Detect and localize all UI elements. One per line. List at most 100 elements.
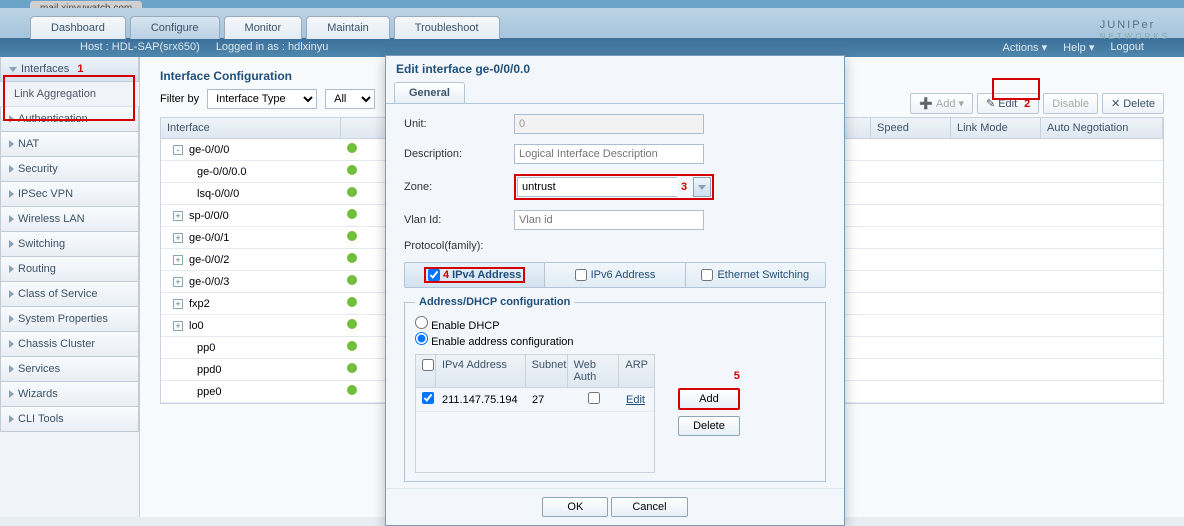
sidebar-item-authentication[interactable]: Authentication [0,107,139,132]
chevron-right-icon [9,415,14,423]
add-address-button[interactable]: Add [678,388,740,410]
vlan-input[interactable] [514,210,704,230]
col-subnet: Subnet [526,355,568,387]
ipv6-checkbox[interactable] [575,269,587,281]
collapse-icon[interactable]: - [173,145,183,155]
interface-name: lo0 [189,320,204,332]
address-row[interactable]: 211.147.75.194 27 Edit [416,388,654,412]
radio-address[interactable]: Enable address configuration [415,336,574,348]
chevron-down-icon [698,185,706,190]
expand-icon[interactable]: + [173,255,183,265]
sidebar-item-wireless-lan[interactable]: Wireless LAN [0,207,139,232]
edit-interface-dialog: Edit interface ge-0/0/0.0 General Unit: … [385,55,845,526]
col-ipv4: IPv4 Address [436,355,526,387]
select-all-checkbox[interactable] [422,359,434,371]
edit-button[interactable]: ✎Edit2 [977,93,1039,114]
host-label: Host : HDL-SAP(srx650) [80,41,200,54]
delete-button[interactable]: ✕Delete [1102,93,1164,114]
filter-all-select[interactable]: All [325,89,375,109]
status-dot-icon [347,143,357,153]
col-interface[interactable]: Interface [161,118,341,138]
tab-maintain[interactable]: Maintain [306,16,390,39]
dialog-tab-general[interactable]: General [394,82,465,103]
interface-name: ppe0 [197,386,221,398]
ipv4-checkbox[interactable] [428,269,440,281]
logout-link[interactable]: Logout [1110,41,1144,54]
chevron-right-icon [9,240,14,248]
chevron-right-icon [9,215,14,223]
expand-icon[interactable]: + [173,233,183,243]
sidebar-item-routing[interactable]: Routing [0,257,139,282]
sidebar-item-chassis-cluster[interactable]: Chassis Cluster [0,332,139,357]
ok-button[interactable]: OK [542,497,608,517]
col-linkmode[interactable]: Link Mode [951,118,1041,138]
actions-menu[interactable]: Actions ▾ [1002,41,1047,54]
tab-troubleshoot[interactable]: Troubleshoot [394,16,500,39]
help-link[interactable]: Help ▾ [1063,41,1094,54]
address-table: IPv4 Address Subnet Web Auth ARP 211.147… [415,354,655,473]
sidebar-item-nat[interactable]: NAT [0,132,139,157]
delete-address-button[interactable]: Delete [678,416,740,436]
interface-name: pp0 [197,342,215,354]
sidebar-item-wizards[interactable]: Wizards [0,382,139,407]
sidebar-item-system-properties[interactable]: System Properties [0,307,139,332]
tab-monitor[interactable]: Monitor [224,16,303,39]
cell-ip: 211.147.75.194 [436,390,526,410]
eth-checkbox[interactable] [701,269,713,281]
filter-type-select[interactable]: Interface Type [207,89,317,109]
status-dot-icon [347,253,357,263]
zone-dropdown-button[interactable] [693,177,711,197]
address-fieldset: Address/DHCP configuration Enable DHCP E… [404,296,826,482]
sidebar-item-interfaces[interactable]: Interfaces1 [0,57,139,82]
sidebar-item-security[interactable]: Security [0,157,139,182]
status-dot-icon [347,363,357,373]
main-tabbar: Dashboard Configure Monitor Maintain Tro… [0,8,1184,38]
tab-dashboard[interactable]: Dashboard [30,16,126,39]
cancel-button[interactable]: Cancel [611,497,687,517]
unit-input [514,114,704,134]
sidebar-item-ipsec-vpn[interactable]: IPSec VPN [0,182,139,207]
sidebar-item-cli-tools[interactable]: CLI Tools [0,407,139,432]
interface-name: ge-0/0/1 [189,232,229,244]
proto-tab-eth[interactable]: Ethernet Switching [686,263,825,287]
sidebar-item-services[interactable]: Services [0,357,139,382]
chevron-right-icon [9,265,14,273]
chevron-right-icon [9,290,14,298]
sidebar-item-cos[interactable]: Class of Service [0,282,139,307]
zone-select[interactable] [517,177,677,197]
unit-label: Unit: [404,118,514,130]
expand-icon[interactable]: + [173,299,183,309]
interface-name: sp-0/0/0 [189,210,229,222]
cell-subnet: 27 [526,390,568,410]
status-dot-icon [347,209,357,219]
pencil-icon: ✎ [986,97,995,110]
sidebar-sub-link-aggregation[interactable]: Link Aggregation [0,82,139,107]
row-checkbox[interactable] [422,392,434,404]
interface-name: ge-0/0/0 [189,144,229,156]
col-autoneg[interactable]: Auto Negotiation [1041,118,1163,138]
interface-name: ge-0/0/3 [189,276,229,288]
expand-icon[interactable]: + [173,211,183,221]
proto-tab-ipv6[interactable]: IPv6 Address [545,263,685,287]
disable-button[interactable]: Disable [1043,93,1098,114]
sidebar: Interfaces1 Link Aggregation Authenticat… [0,57,140,517]
plus-icon: ➕ [919,97,933,110]
zone-label: Zone: [404,181,514,193]
filter-label: Filter by [160,93,199,105]
fieldset-legend: Address/DHCP configuration [415,296,574,308]
tab-configure[interactable]: Configure [130,16,220,39]
expand-icon[interactable]: + [173,321,183,331]
description-input[interactable] [514,144,704,164]
proto-tab-ipv4[interactable]: 4IPv4 Address [405,263,545,287]
expand-icon[interactable]: + [173,277,183,287]
chevron-right-icon [9,340,14,348]
status-dot-icon [347,165,357,175]
sidebar-item-switching[interactable]: Switching [0,232,139,257]
webauth-checkbox[interactable] [588,392,600,404]
chevron-right-icon [9,115,14,123]
col-speed[interactable]: Speed [871,118,951,138]
radio-dhcp[interactable]: Enable DHCP [415,320,500,332]
add-button[interactable]: ➕Add ▾ [910,93,973,114]
status-dot-icon [347,297,357,307]
arp-edit-link[interactable]: Edit [620,390,654,410]
